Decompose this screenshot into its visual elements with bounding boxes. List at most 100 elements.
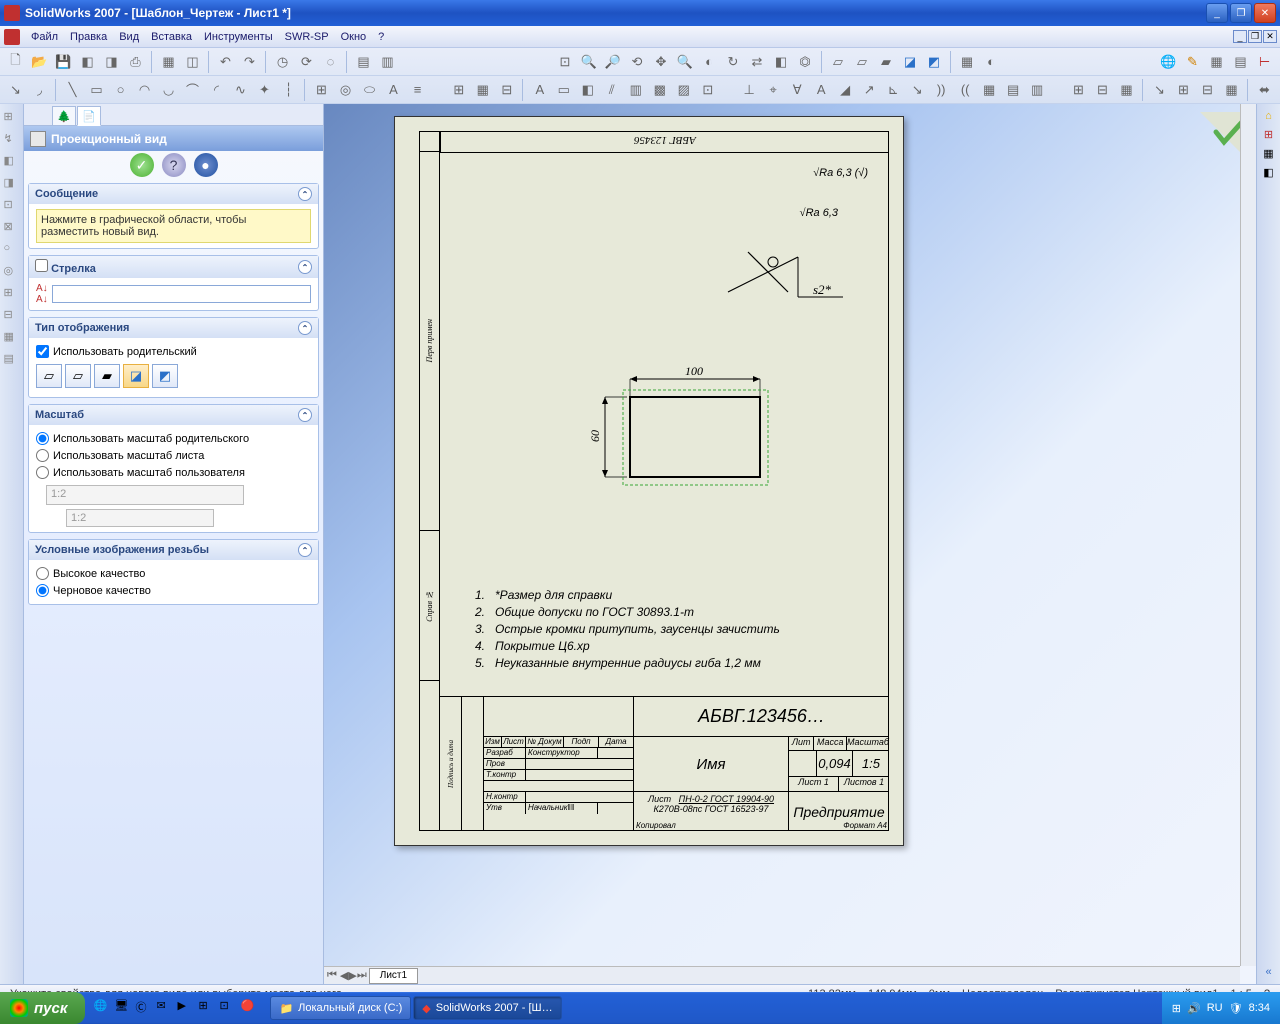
shaded-button[interactable]: ◩ <box>923 50 946 73</box>
tb-btn[interactable]: ↘ <box>906 78 929 101</box>
pm-pin-button[interactable]: ● <box>194 153 218 177</box>
tb-btn[interactable]: ⊟ <box>495 78 518 101</box>
arc-button[interactable]: ◠ <box>133 78 156 101</box>
tray-icon[interactable]: 🛡 <box>1229 1002 1243 1015</box>
ql-icon[interactable]: ▶ <box>177 999 195 1017</box>
tb-btn[interactable]: ▥ <box>1026 78 1049 101</box>
tb-btn[interactable]: ▭ <box>552 78 575 101</box>
tb-btn[interactable]: ▨ <box>672 78 695 101</box>
menu-window[interactable]: Окно <box>335 28 373 46</box>
menu-insert[interactable]: Вставка <box>145 28 198 46</box>
cmd-icon[interactable]: ⊡ <box>4 198 20 214</box>
tb-btn[interactable]: ▤ <box>1002 78 1025 101</box>
tb-btn[interactable]: ▤ <box>352 50 375 73</box>
tb-btn[interactable]: ◎ <box>334 78 357 101</box>
tb-btn[interactable]: A <box>810 78 833 101</box>
menu-view[interactable]: Вид <box>113 28 145 46</box>
tb-btn[interactable]: (( <box>954 78 977 101</box>
menu-tools[interactable]: Инструменты <box>198 28 279 46</box>
scale-input[interactable]: 1:2 <box>66 509 214 527</box>
cmd-icon[interactable]: ⊞ <box>4 110 20 126</box>
mdi-minimize-button[interactable]: _ <box>1233 30 1247 43</box>
ql-icon[interactable]: ⊡ <box>219 999 237 1017</box>
tb-btn[interactable]: ▥ <box>624 78 647 101</box>
print-button[interactable]: ⎙ <box>124 50 147 73</box>
tb-btn[interactable]: ⊟ <box>1196 78 1219 101</box>
tb-btn[interactable]: ⊾ <box>882 78 905 101</box>
cmd-icon[interactable]: ◧ <box>4 154 20 170</box>
tb-btn[interactable]: ⊞ <box>447 78 470 101</box>
hidden-removed-button[interactable]: ▰ <box>875 50 898 73</box>
tb-btn[interactable]: ▤ <box>1229 50 1252 73</box>
ql-icon[interactable]: 🌐 <box>93 999 111 1017</box>
tb-btn[interactable]: ◞ <box>28 78 51 101</box>
tb-btn[interactable]: ⊟ <box>1091 78 1114 101</box>
tray-clock[interactable]: 8:34 <box>1249 1002 1270 1014</box>
tb-btn[interactable]: ⊞ <box>1172 78 1195 101</box>
tb-btn[interactable]: ◡ <box>157 78 180 101</box>
tb-btn[interactable]: )) <box>930 78 953 101</box>
mdi-close-button[interactable]: ✕ <box>1263 30 1277 43</box>
tb-btn[interactable]: ▦ <box>1115 78 1138 101</box>
collapse-icon[interactable]: ⌃ <box>298 321 312 335</box>
scale-user-radio[interactable] <box>36 466 49 479</box>
taskpane-expand-icon[interactable]: « <box>1265 966 1271 978</box>
ql-icon[interactable]: ✉ <box>156 999 174 1017</box>
minimize-button[interactable]: _ <box>1206 3 1228 23</box>
tb-btn[interactable]: ◜ <box>205 78 228 101</box>
app-menu-icon[interactable] <box>4 29 20 45</box>
pm-help-button[interactable]: ? <box>162 153 186 177</box>
menu-help[interactable]: ? <box>372 28 390 46</box>
taskpane-icon[interactable]: ◧ <box>1263 166 1273 179</box>
drawing-sheet[interactable]: АБВГ 123456 Перв примен Справ № √Ra 6,3 … <box>394 116 904 846</box>
drawing-canvas[interactable]: АБВГ 123456 Перв примен Справ № √Ra 6,3 … <box>324 104 1256 984</box>
sheet-tab[interactable]: Лист1 <box>369 968 418 984</box>
tb-btn[interactable]: ⊥ <box>738 78 761 101</box>
tb-btn[interactable]: ⌒ <box>181 78 204 101</box>
tray-icon[interactable]: ⊞ <box>1172 1002 1181 1015</box>
pm-ok-button[interactable]: ✓ <box>130 153 154 177</box>
cmd-icon[interactable]: ⊟ <box>4 308 20 324</box>
pan-button[interactable]: ✥ <box>650 50 673 73</box>
tb-btn[interactable]: ⫽ <box>600 78 623 101</box>
taskpane-icon[interactable]: ⌂ <box>1265 110 1272 122</box>
tb-btn[interactable]: ▦ <box>1205 50 1228 73</box>
tb-btn[interactable]: ⊢ <box>1253 50 1276 73</box>
tb-btn[interactable]: ◢ <box>834 78 857 101</box>
circle-button[interactable]: ○ <box>109 78 132 101</box>
zoom-fit-button[interactable]: ⊡ <box>554 50 577 73</box>
cmd-icon[interactable]: ◨ <box>4 176 20 192</box>
tb-btn[interactable]: ▩ <box>648 78 671 101</box>
collapse-icon[interactable]: ⌃ <box>298 408 312 422</box>
undo-button[interactable]: ↶ <box>214 50 237 73</box>
tb-btn[interactable]: ↘ <box>1148 78 1171 101</box>
new-button[interactable]: 🗋 <box>4 50 27 73</box>
cmd-icon[interactable]: ⊠ <box>4 220 20 236</box>
ql-icon[interactable]: 🔴 <box>240 999 258 1017</box>
tb-btn[interactable]: ⬌ <box>1253 78 1276 101</box>
tb-btn[interactable]: ⊞ <box>310 78 333 101</box>
arrow-label-input[interactable] <box>52 285 311 303</box>
cmd-icon[interactable]: ▦ <box>4 330 20 346</box>
zoom-in-out-button[interactable]: 🔎 <box>602 50 625 73</box>
arrow-checkbox[interactable] <box>35 259 48 272</box>
collapse-icon[interactable]: ⌃ <box>298 187 312 201</box>
tb-btn[interactable]: ▦ <box>471 78 494 101</box>
line-button[interactable]: ╲ <box>61 78 84 101</box>
scale-select[interactable]: 1:2 <box>46 485 244 505</box>
tb-btn[interactable]: ◐ <box>980 50 1003 73</box>
start-button[interactable]: пуск <box>0 992 85 1024</box>
tb-btn[interactable]: ⇄ <box>746 50 769 73</box>
point-button[interactable]: ✦ <box>253 78 276 101</box>
tb-btn[interactable]: ✎ <box>1181 50 1204 73</box>
cmd-icon[interactable]: ▤ <box>4 352 20 368</box>
taskpane-icon[interactable]: ▦ <box>1263 147 1273 160</box>
mdi-restore-button[interactable]: ❐ <box>1248 30 1262 43</box>
disp-shaded-button[interactable]: ◩ <box>152 364 178 388</box>
thread-hq-radio[interactable] <box>36 567 49 580</box>
tb-btn[interactable]: ⬭ <box>358 78 381 101</box>
pm-tab-tree[interactable]: 🌲 <box>52 106 76 126</box>
tb-btn[interactable]: 🔍 <box>674 50 697 73</box>
tb-btn[interactable]: A <box>528 78 551 101</box>
tb-btn[interactable]: ⟳ <box>295 50 318 73</box>
